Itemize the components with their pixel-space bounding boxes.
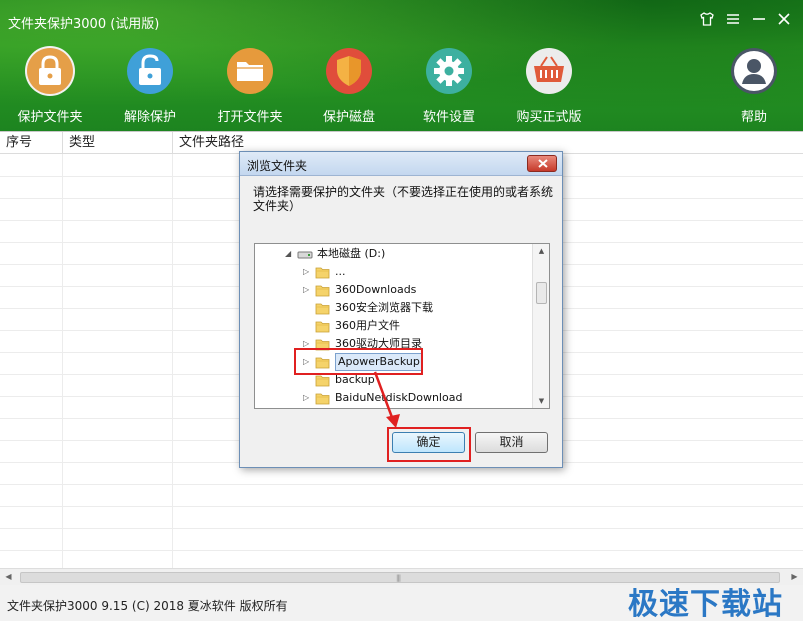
skin-button[interactable]: [696, 8, 718, 30]
tree-item-folder[interactable]: 360用户文件: [255, 317, 533, 335]
watermark: 极速下载站: [628, 587, 783, 621]
table-row-divider: [0, 528, 803, 529]
header-bar: 文件夹保护3000 (试用版) 保护文件夹 解除保护 打开文件夹 保护磁盘 软件…: [0, 0, 803, 131]
toolbar-label: 购买正式版: [516, 110, 582, 125]
close-button[interactable]: [773, 8, 795, 30]
column-header-index[interactable]: 序号: [0, 132, 63, 154]
tree-item-folder[interactable]: ▷...: [255, 263, 533, 281]
protect-disk-button[interactable]: 保护磁盘: [303, 46, 395, 126]
help-button[interactable]: 帮助: [708, 46, 800, 126]
menu-icon: [727, 14, 739, 24]
minimize-button[interactable]: [748, 8, 770, 30]
scroll-right-icon[interactable]: ▶: [786, 569, 803, 586]
folder-icon: [225, 46, 275, 96]
status-text: 文件夹保护3000 9.15 (C) 2018 夏冰软件 版权所有: [7, 599, 288, 613]
settings-button[interactable]: 软件设置: [403, 46, 495, 126]
tree-item-label: 360Downloads: [335, 283, 417, 296]
folder-icon: [315, 392, 330, 408]
minimize-icon: [753, 18, 765, 20]
toolbar-label: 保护文件夹: [17, 110, 83, 125]
table-row-divider: [0, 484, 803, 485]
app-title: 文件夹保护3000 (试用版): [8, 17, 160, 32]
scroll-left-icon[interactable]: ◀: [0, 569, 17, 586]
tree-scroll-thumb[interactable]: [536, 282, 547, 304]
dialog-title: 浏览文件夹: [247, 159, 308, 173]
protect-folder-button[interactable]: 保护文件夹: [4, 46, 96, 126]
tree-item-drive[interactable]: ◢ 本地磁盘 (D:): [255, 245, 533, 263]
gear-icon: [424, 46, 474, 96]
expand-arrow-icon[interactable]: ▷: [303, 281, 309, 299]
collapse-arrow-icon[interactable]: ◢: [285, 245, 291, 263]
toolbar-label: 打开文件夹: [217, 110, 283, 125]
highlight-box-ok: [387, 427, 471, 462]
buy-button[interactable]: 购买正式版: [503, 46, 595, 126]
shield-icon: [324, 46, 374, 96]
unlock-icon: [125, 46, 175, 96]
toolbar-label: 软件设置: [422, 110, 475, 125]
unprotect-button[interactable]: 解除保护: [104, 46, 196, 126]
dialog-description: 请选择需要保护的文件夹（不要选择正在使用的或者系统文件夹）: [253, 185, 554, 213]
tree-item-label: 360用户文件: [335, 319, 400, 332]
menu-button[interactable]: [722, 8, 744, 30]
tree-item-label: ...: [335, 265, 346, 278]
scroll-up-icon[interactable]: ▲: [533, 244, 549, 258]
toolbar-label: 保护磁盘: [322, 110, 375, 125]
tree-item-label: 本地磁盘 (D:): [317, 247, 386, 260]
close-icon: [778, 13, 790, 25]
tree-scrollbar[interactable]: ▲ ▼: [532, 244, 549, 408]
close-icon: [538, 159, 548, 168]
table-row-divider: [0, 550, 803, 551]
column-header-type[interactable]: 类型: [63, 132, 173, 154]
user-icon: [729, 46, 779, 96]
shirt-icon: [700, 12, 714, 26]
toolbar-label: 解除保护: [123, 110, 176, 125]
tree-item-folder[interactable]: 360安全浏览器下载: [255, 299, 533, 317]
dialog-titlebar[interactable]: 浏览文件夹: [240, 152, 562, 176]
lock-icon: [25, 46, 75, 96]
table-row-divider: [0, 506, 803, 507]
expand-arrow-icon[interactable]: ▷: [303, 389, 309, 407]
cancel-button[interactable]: 取消: [475, 432, 548, 453]
basket-icon: [524, 46, 574, 96]
dialog-close-button[interactable]: [527, 155, 557, 172]
app-window: 文件夹保护3000 (试用版) 保护文件夹 解除保护 打开文件夹 保护磁盘 软件…: [0, 0, 803, 621]
toolbar-label: 帮助: [740, 110, 767, 125]
red-arrow-icon: [373, 371, 400, 428]
scroll-down-icon[interactable]: ▼: [533, 394, 549, 408]
open-folder-button[interactable]: 打开文件夹: [204, 46, 296, 126]
expand-arrow-icon[interactable]: ▷: [303, 263, 309, 281]
tree-item-folder[interactable]: ▷ 360Downloads: [255, 281, 533, 299]
tree-item-label: 360安全浏览器下载: [335, 301, 433, 314]
